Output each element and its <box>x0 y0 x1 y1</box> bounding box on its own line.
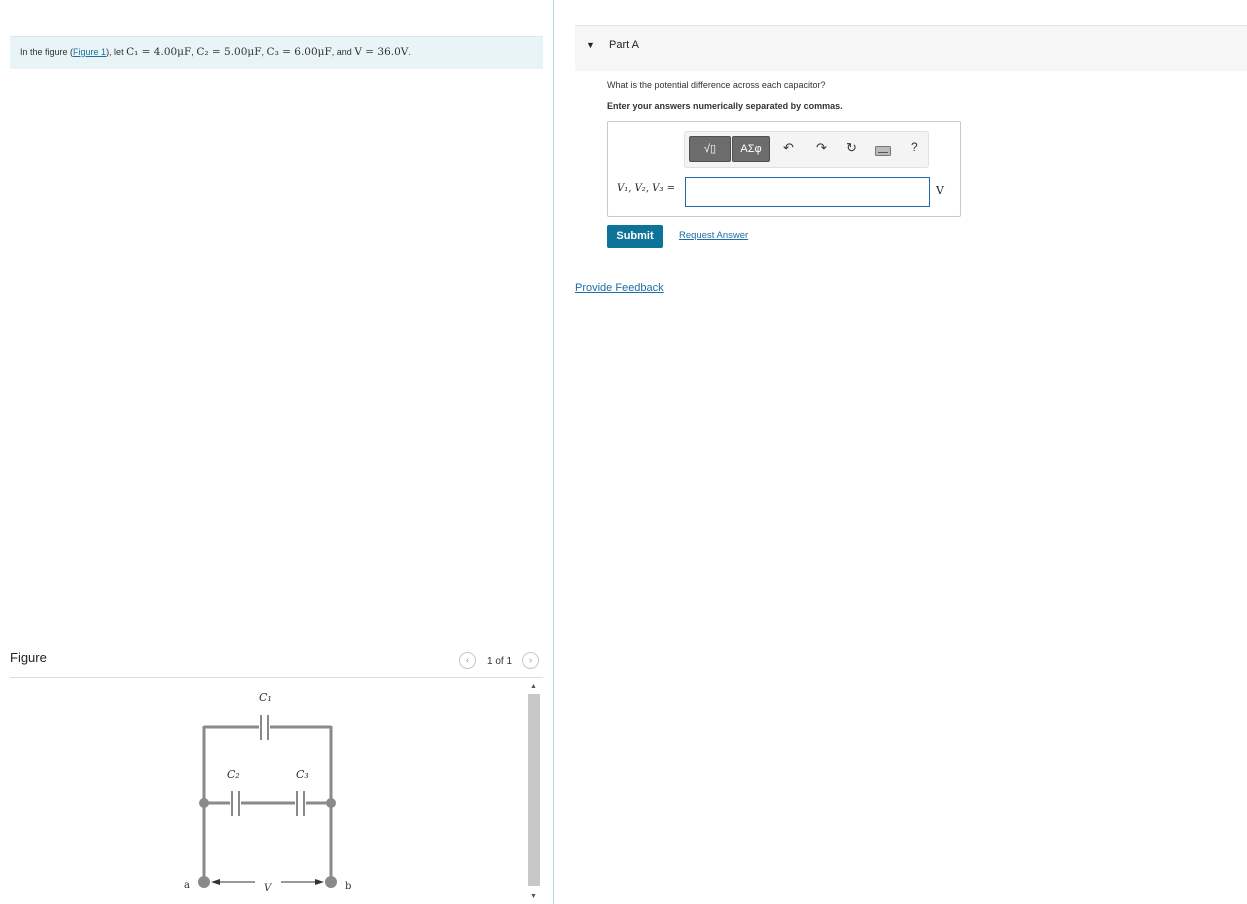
templates-sqrt-icon[interactable]: √▯ <box>689 136 731 162</box>
answer-label: V₁, V₂, V₃ = <box>617 183 675 194</box>
voltage-value: V = 36.0V <box>354 46 409 58</box>
keyboard-icon[interactable] <box>875 146 891 156</box>
question-text: What is the potential difference across … <box>607 80 826 90</box>
symbols-button[interactable]: ΑΣφ <box>732 136 770 162</box>
scroll-up-icon[interactable]: ▲ <box>530 683 537 690</box>
unit-label: V <box>936 184 944 197</box>
node-a-dot <box>198 876 210 888</box>
math-toolbar: √▯ ΑΣφ ↶ ↷ ↻ ? <box>684 131 929 168</box>
c1-label: C₁ <box>259 691 272 704</box>
part-label: Part A <box>609 39 639 51</box>
redo-icon[interactable]: ↷ <box>816 140 827 156</box>
undo-icon[interactable]: ↶ <box>783 140 794 156</box>
scroll-down-icon[interactable]: ▼ <box>530 893 537 900</box>
problem-end: . <box>408 47 411 57</box>
figure-divider <box>10 677 543 678</box>
figure-pager-text: 1 of 1 <box>487 656 513 667</box>
c2-label: C₂ <box>227 768 240 781</box>
left-panel: In the figure (Figure 1), let C₁ = 4.00μ… <box>0 0 553 904</box>
figure-link[interactable]: Figure 1 <box>73 47 106 57</box>
problem-after-link: ), let <box>106 47 127 57</box>
voltage-label: V <box>264 883 273 894</box>
instruction-text: Enter your answers numerically separated… <box>607 101 843 111</box>
request-answer-link[interactable]: Request Answer <box>679 230 748 241</box>
figure-title: Figure <box>10 650 47 665</box>
problem-statement: In the figure (Figure 1), let C₁ = 4.00μ… <box>10 36 543 69</box>
help-button[interactable]: ? <box>911 140 918 154</box>
caret-down-icon[interactable]: ▼ <box>586 40 595 50</box>
reset-icon[interactable]: ↻ <box>846 140 857 156</box>
c1-value: C₁ = 4.00μF <box>126 46 192 58</box>
provide-feedback-link[interactable]: Provide Feedback <box>575 282 664 294</box>
and-text: and <box>336 47 352 57</box>
chevron-left-icon[interactable]: ‹ <box>459 652 476 669</box>
part-a-header[interactable]: ▼ Part A <box>575 25 1247 71</box>
column-divider <box>553 0 554 904</box>
problem-prefix: In the figure ( <box>20 47 74 57</box>
node-a-label: a <box>184 880 190 891</box>
answer-input[interactable] <box>685 177 930 207</box>
c3-value: C₃ = 6.00μF <box>266 46 332 58</box>
chevron-right-icon[interactable]: › <box>522 652 539 669</box>
c2-value: C₂ = 5.00μF <box>196 46 262 58</box>
circuit-diagram: C₁ C₂ C₃ a b V <box>184 691 351 894</box>
node-b-dot <box>325 876 337 888</box>
submit-button[interactable]: Submit <box>607 225 663 248</box>
figure-scroll-thumb[interactable] <box>528 694 540 886</box>
node-b-label: b <box>345 881 351 892</box>
c3-label: C₃ <box>296 768 309 781</box>
